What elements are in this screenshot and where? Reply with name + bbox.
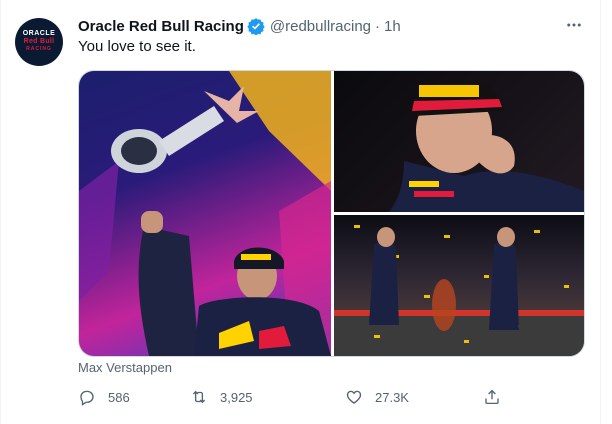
heart-icon	[346, 390, 362, 404]
timeline-left-border	[0, 0, 1, 424]
share-icon	[485, 389, 499, 405]
timeline-right-border	[600, 0, 601, 424]
tweet-header: Oracle Red Bull Racing @redbullracing · …	[78, 15, 401, 37]
like-count: 27.3K	[375, 389, 409, 405]
reply-count: 586	[108, 389, 130, 405]
author-name[interactable]: Oracle Red Bull Racing	[78, 18, 244, 35]
tweet-text: You love to see it.	[78, 38, 196, 55]
author-handle[interactable]: @redbullracing	[270, 18, 371, 35]
trophy-celebration-photo[interactable]	[79, 71, 331, 356]
avatar-logo-line1: ORACLE	[22, 30, 56, 37]
retweet-button[interactable]: 3,925	[190, 385, 253, 409]
like-button[interactable]: 27.3K	[345, 385, 409, 409]
media-grid	[78, 70, 585, 357]
retweet-count: 3,925	[220, 389, 253, 405]
avatar[interactable]: ORACLE Red Bull RACING	[15, 18, 63, 66]
podium-champagne-photo[interactable]	[334, 215, 584, 356]
retweet-icon	[192, 390, 206, 404]
verified-badge-icon	[247, 18, 265, 35]
reply-button[interactable]: 586	[78, 385, 130, 409]
tweet-actions: 586 3,925 27.3K	[78, 385, 508, 409]
media-tagged-person[interactable]: Max Verstappen	[78, 360, 172, 375]
tweet-timestamp[interactable]: 1h	[384, 18, 401, 35]
avatar-logo-line2: Red Bull	[23, 38, 55, 45]
driver-portrait-photo[interactable]	[334, 71, 584, 212]
reply-icon	[80, 390, 94, 406]
avatar-logo-line3: RACING	[26, 46, 52, 52]
share-button[interactable]	[483, 385, 513, 409]
separator-dot: ·	[375, 17, 381, 35]
more-options-icon[interactable]	[564, 17, 584, 33]
